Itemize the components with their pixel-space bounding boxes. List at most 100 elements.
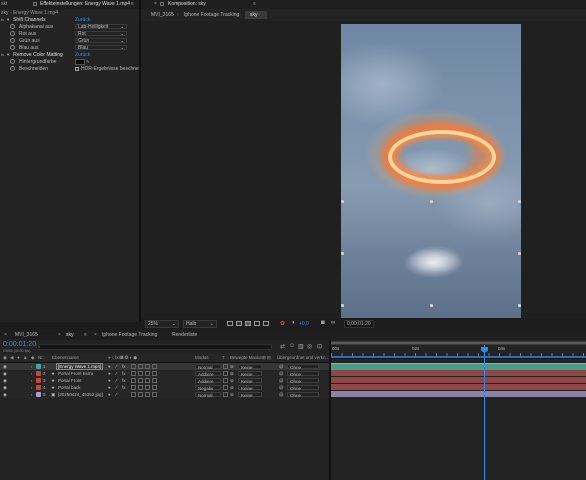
- pickwhip-icon[interactable]: @: [279, 385, 284, 390]
- effect-shift-channels[interactable]: fx ▼ Shift Channels Zurück: [0, 16, 139, 23]
- parent-dropdown[interactable]: Ohne: [287, 385, 319, 391]
- expand-icon[interactable]: ›: [31, 378, 32, 383]
- viewer-timecode[interactable]: 0;00;01;20: [344, 320, 374, 328]
- prop-dropdown[interactable]: Blau ⌄: [75, 45, 127, 51]
- work-area-range[interactable]: [331, 342, 586, 344]
- layer-search-input[interactable]: ⌕: [36, 344, 272, 350]
- switch-shy[interactable]: ⚹: [108, 378, 111, 383]
- timeline-divider[interactable]: [329, 340, 331, 480]
- exposure-value[interactable]: +0,0: [299, 321, 309, 327]
- close-icon[interactable]: ×: [94, 332, 97, 338]
- col-parent[interactable]: Übergeordnet und verkn...: [277, 355, 329, 360]
- switch-shy[interactable]: ⚹: [108, 385, 111, 390]
- exposure-icon[interactable]: ◑: [291, 320, 295, 326]
- switch-shy[interactable]: ⚹: [108, 364, 111, 369]
- parent-dropdown[interactable]: Ohne: [287, 378, 319, 384]
- trkmat-dropdown[interactable]: Keine: [238, 364, 262, 370]
- col-trkmat[interactable]: Bewegte Maske: [230, 355, 262, 360]
- trkmat-dropdown[interactable]: Keine: [238, 392, 262, 398]
- col-name[interactable]: Ebenenname: [52, 355, 79, 360]
- eye-icon[interactable]: ◉: [3, 392, 7, 398]
- switch-fx[interactable]: fx: [122, 378, 126, 383]
- comp-viewer[interactable]: [141, 21, 586, 318]
- label-color[interactable]: [36, 392, 41, 397]
- mask-visibility-icon[interactable]: [245, 321, 251, 326]
- expand-icon[interactable]: ›: [31, 364, 32, 369]
- switch-shy[interactable]: ⚹: [108, 392, 111, 397]
- layer-bar[interactable]: [331, 391, 586, 397]
- chevron-down-icon[interactable]: ▼: [6, 17, 10, 22]
- layer-row[interactable]: ◉ › 4 ★ Portal back ⚹ ∕ fx Negativ ⊚ Kei…: [0, 384, 330, 391]
- grid-icon[interactable]: [254, 321, 260, 326]
- switch-adjustment[interactable]: [145, 371, 150, 376]
- label-color[interactable]: [36, 378, 41, 383]
- motion-blur-icon[interactable]: ◎: [307, 343, 312, 350]
- layer-bar[interactable]: [331, 377, 586, 383]
- timeline-timecode[interactable]: 0:00:01:20: [3, 341, 36, 348]
- reset-link[interactable]: Zurück: [75, 17, 90, 23]
- layer-name[interactable]: Portal Front Extra: [58, 371, 93, 376]
- layer-name[interactable]: Portal Front: [58, 378, 82, 383]
- col-nr[interactable]: Nr.: [38, 355, 44, 360]
- comp-tab-iphone[interactable]: Iphone Footage Tracking: [184, 12, 239, 18]
- color-channel-icon[interactable]: ✿: [280, 320, 285, 327]
- layer-bar[interactable]: [331, 384, 586, 390]
- switch-quality[interactable]: ∕: [116, 371, 117, 376]
- draft-3d-icon[interactable]: ⇄: [280, 343, 285, 350]
- trkmat-dropdown[interactable]: Keine: [238, 378, 262, 384]
- reset-link[interactable]: Zurück: [75, 52, 90, 58]
- stopwatch-icon[interactable]: [10, 24, 15, 29]
- panel-menu-icon[interactable]: ≡: [131, 1, 134, 7]
- prop-dropdown[interactable]: Grün ⌄: [75, 38, 127, 44]
- timeline-tab-sky[interactable]: sky: [66, 332, 74, 338]
- preserve-transparency[interactable]: [223, 385, 228, 390]
- switch-quality[interactable]: ∕: [116, 392, 117, 397]
- mode-dropdown[interactable]: Addiere: [195, 378, 221, 384]
- switch-frame-blend[interactable]: [131, 364, 136, 369]
- comp-title[interactable]: Komposition: sky: [168, 1, 206, 7]
- switch-adjustment[interactable]: [145, 385, 150, 390]
- shy-icon[interactable]: ☺: [289, 343, 295, 349]
- layer-row[interactable]: ◉ › 2 ★ Portal Front Extra ⚹ ∕ fx Addier…: [0, 370, 330, 377]
- layer-row[interactable]: ◉ › 1 [Energy Wave 1.mp4] ⚹ ∕ fx Normal …: [0, 363, 330, 370]
- panel-menu-icon[interactable]: ≡: [253, 1, 256, 7]
- effect-controls-tab[interactable]: Effekteinstellungen: Energy Wave 1.mp4: [40, 1, 130, 7]
- layer-name[interactable]: [Energy Wave 1.mp4]: [56, 363, 104, 370]
- transform-handle[interactable]: [430, 304, 433, 307]
- comp-tab-mvi[interactable]: MVI_3165: [151, 12, 174, 18]
- switch-3d[interactable]: [152, 378, 157, 383]
- switch-quality[interactable]: ∕: [116, 385, 117, 390]
- switch-adjustment[interactable]: [145, 364, 150, 369]
- switch-motion-blur[interactable]: [138, 371, 143, 376]
- stopwatch-icon[interactable]: [10, 59, 15, 64]
- zoom-dropdown[interactable]: 25% ⌄: [145, 320, 179, 328]
- mode-dropdown[interactable]: Negativ: [195, 385, 221, 391]
- effect-remove-color-matting[interactable]: fx ▼ Remove Color Matting Zurück: [0, 51, 139, 58]
- trkmat-dropdown[interactable]: Keine: [238, 385, 262, 391]
- close-icon[interactable]: ×: [58, 332, 61, 338]
- transparency-grid-icon[interactable]: [236, 321, 242, 326]
- link-icon[interactable]: ∞: [331, 320, 335, 326]
- col-mode[interactable]: Modus: [195, 355, 209, 360]
- switch-3d[interactable]: [152, 364, 157, 369]
- fx-icon[interactable]: fx: [1, 17, 4, 22]
- prop-dropdown[interactable]: Rot ⌄: [75, 31, 127, 37]
- pickwhip-icon[interactable]: @: [279, 371, 284, 376]
- timeline-tab-iphone[interactable]: Iphone Footage Tracking: [102, 332, 157, 338]
- switch-motion-blur[interactable]: [138, 364, 143, 369]
- transform-handle[interactable]: [518, 200, 521, 203]
- layer-name[interactable]: Portal back: [58, 385, 81, 390]
- transform-handle[interactable]: [430, 200, 433, 203]
- switch-3d[interactable]: [152, 385, 157, 390]
- pickwhip-icon[interactable]: @: [279, 364, 284, 369]
- switch-motion-blur[interactable]: [138, 392, 143, 397]
- close-icon[interactable]: ×: [4, 332, 7, 338]
- label-color[interactable]: [36, 371, 41, 376]
- switch-frame-blend[interactable]: [131, 385, 136, 390]
- preserve-transparency[interactable]: [223, 392, 228, 397]
- layer-row[interactable]: ◉ › 5 ▣ [20250424_45352.jpg] ⚹ ∕ Normal …: [0, 391, 330, 398]
- stopwatch-icon[interactable]: [10, 45, 15, 50]
- trkmat-link-icon[interactable]: ⊚: [230, 392, 234, 398]
- guides-icon[interactable]: [263, 321, 269, 326]
- pickwhip-icon[interactable]: @: [279, 378, 284, 383]
